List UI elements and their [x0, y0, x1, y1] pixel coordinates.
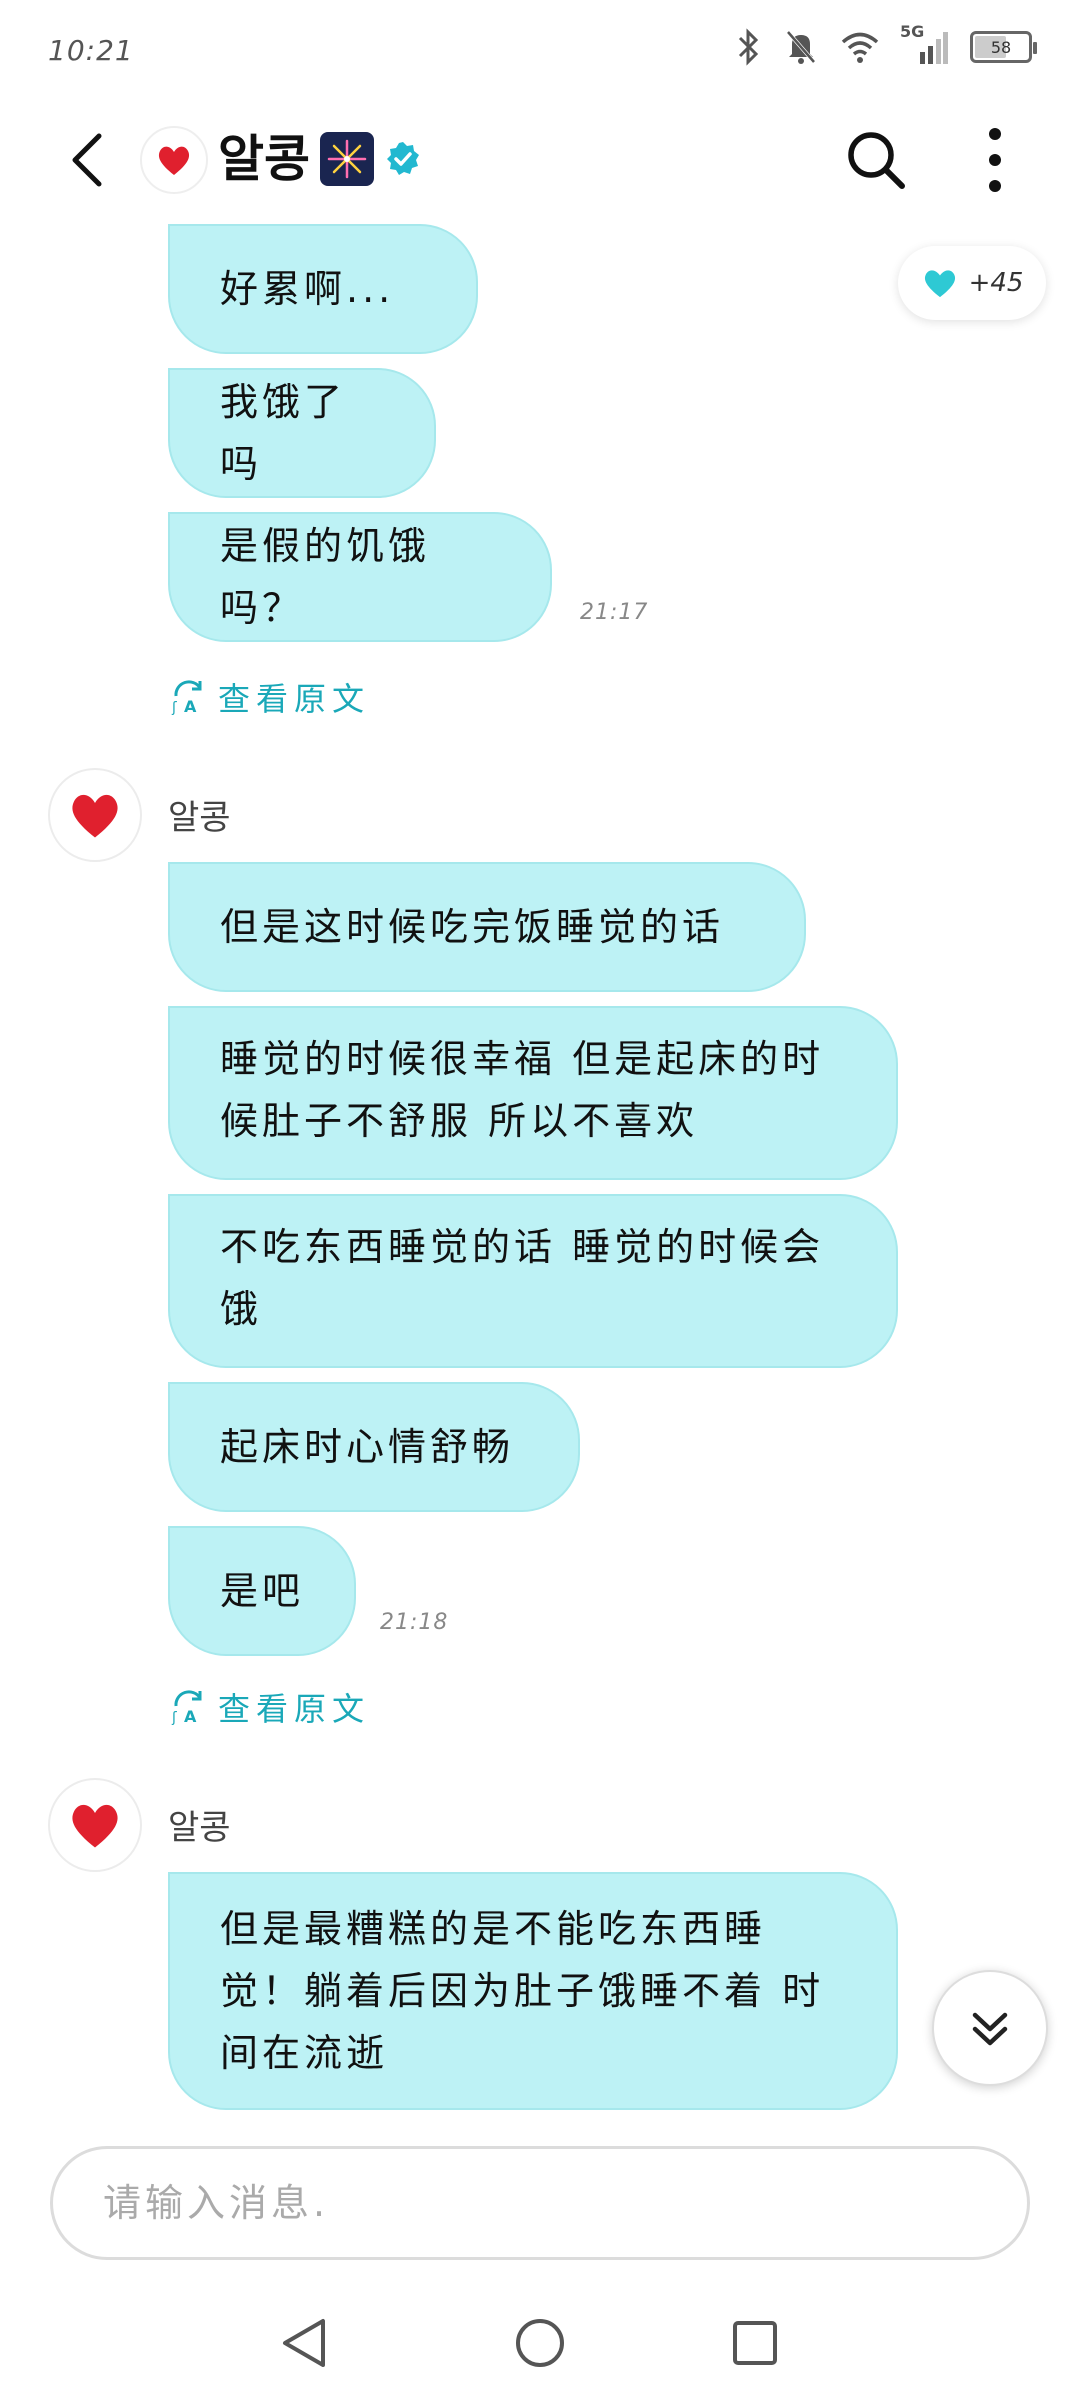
view-original-label: 查看原文	[218, 1690, 371, 1728]
message-bubble[interactable]: 但是最糟糕的是不能吃东西睡觉！躺着后因为肚子饿睡不着 时间在流逝	[168, 1872, 898, 2110]
heart-icon	[158, 146, 190, 175]
message-bubble[interactable]: 我饿了吗	[168, 368, 436, 498]
square-recents-icon	[733, 2321, 777, 2365]
sender-name: 알콩	[168, 1808, 231, 1848]
message-bubble[interactable]: 是假的饥饿吗？	[168, 512, 552, 642]
chevron-left-icon	[72, 133, 102, 187]
heart-icon	[72, 794, 118, 838]
translate-icon: Aʃ	[171, 1690, 202, 1726]
view-original-link[interactable]: Aʃ 查看原文	[170, 1684, 370, 1730]
dot	[989, 180, 1001, 192]
message-text: 起床时心情舒畅	[220, 1425, 515, 1469]
sender-avatar[interactable]	[48, 768, 142, 862]
svg-text:A: A	[184, 1707, 202, 1726]
view-original-link[interactable]: Aʃ 查看原文	[170, 674, 370, 720]
triangle-back-icon	[283, 2319, 325, 2367]
wifi-icon	[841, 32, 879, 63]
fireworks-emoji	[320, 132, 374, 186]
nav-back-button[interactable]	[270, 2308, 340, 2378]
message-timestamp: 21:17	[580, 600, 649, 625]
message-input[interactable]	[53, 2149, 1027, 2257]
status-icons: 5G 58	[736, 22, 1037, 66]
contact-avatar[interactable]	[140, 126, 208, 194]
circle-home-icon	[516, 2319, 564, 2367]
message-bubble[interactable]: 睡觉的时候很幸福 但是起床的时候肚子不舒服 所以不喜欢	[168, 1006, 898, 1180]
svg-text:ʃ: ʃ	[171, 700, 183, 716]
dot	[989, 128, 1001, 140]
message-text: 不吃东西睡觉的话 睡觉的时候会饿	[220, 1225, 825, 1331]
sender-name: 알콩	[168, 798, 231, 838]
verified-badge-icon	[387, 142, 419, 175]
nav-recents-button[interactable]	[720, 2308, 790, 2378]
message-bubble[interactable]: 不吃东西睡觉的话 睡觉的时候会饿	[168, 1194, 898, 1368]
mute-bell-icon	[786, 30, 816, 64]
message-text: 是吧	[220, 1569, 305, 1613]
message-bubble[interactable]: 是吧	[168, 1526, 356, 1656]
bluetooth-icon	[738, 28, 759, 66]
message-text: 但是最糟糕的是不能吃东西睡觉！躺着后因为肚子饿睡不着 时间在流逝	[220, 1907, 825, 2075]
nav-home-button[interactable]	[505, 2308, 575, 2378]
chat-messages[interactable]: 好累啊... 我饿了吗 是假的饥饿吗？ 21:17 Aʃ 查看原文 알콩 但是这…	[0, 222, 1080, 2122]
contact-name: 알콩	[218, 130, 310, 188]
battery-indicator: 58	[970, 31, 1037, 63]
search-button[interactable]	[840, 124, 912, 196]
message-text: 但是这时候吃完饭睡觉的话	[220, 905, 725, 949]
battery-level: 58	[990, 37, 1012, 57]
message-bubble[interactable]: 但是这时候吃完饭睡觉的话	[168, 862, 806, 992]
heart-count: +45	[968, 268, 1024, 298]
svg-text:A: A	[184, 697, 202, 716]
double-chevron-down-icon	[972, 2012, 1008, 2046]
message-bubble[interactable]: 好累啊...	[168, 224, 478, 354]
signal-indicator: 5G	[900, 22, 948, 64]
dot	[989, 154, 1001, 166]
heart-icon	[924, 270, 955, 298]
chat-header: 알콩	[0, 100, 1080, 220]
system-nav-bar	[0, 2280, 1080, 2400]
status-bar: 10:21 5G 58	[0, 0, 1080, 100]
svg-text:ʃ: ʃ	[171, 1710, 183, 1726]
heart-counter[interactable]: +45	[898, 246, 1046, 320]
heart-icon	[72, 1804, 118, 1848]
scroll-to-bottom-button[interactable]	[932, 1970, 1048, 2086]
message-bubble[interactable]: 起床时心情舒畅	[168, 1382, 580, 1512]
message-text: 好累啊...	[220, 267, 395, 311]
network-type: 5G	[900, 22, 925, 41]
message-text: 我饿了吗	[220, 380, 347, 486]
message-text: 睡觉的时候很幸福 但是起床的时候肚子不舒服 所以不喜欢	[220, 1037, 825, 1143]
contact-title: 알콩	[218, 124, 422, 194]
status-time: 10:21	[48, 34, 134, 67]
search-icon	[848, 132, 905, 189]
message-text: 是假的饥饿吗？	[220, 524, 431, 630]
more-options-button[interactable]	[965, 122, 1025, 198]
back-button[interactable]	[52, 122, 122, 198]
fireworks-icon	[327, 139, 367, 179]
sender-avatar[interactable]	[48, 1778, 142, 1872]
message-input-container	[50, 2146, 1030, 2260]
message-timestamp: 21:18	[380, 1610, 449, 1635]
view-original-label: 查看原文	[218, 680, 371, 718]
translate-icon: Aʃ	[171, 680, 202, 716]
